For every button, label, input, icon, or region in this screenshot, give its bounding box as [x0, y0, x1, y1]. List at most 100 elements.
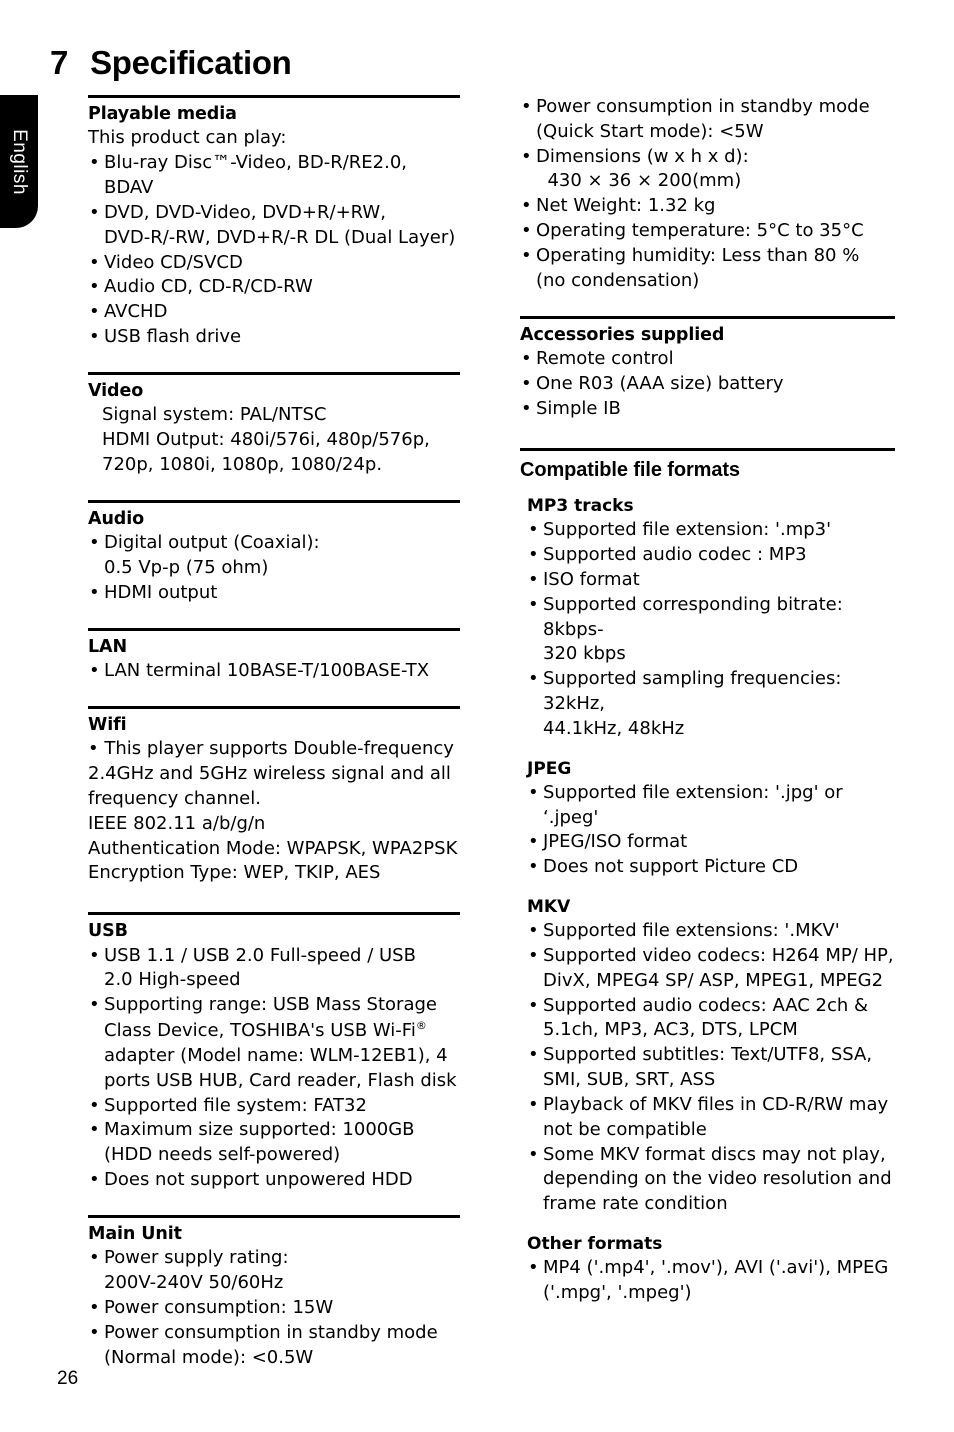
bullet-list: USB 1.1 / USB 2.0 Full-speed / USB 2.0 H…: [88, 944, 460, 1193]
list-item: Playback of MKV files in CD-R/RW may not…: [527, 1093, 895, 1143]
list-item: ISO format: [527, 568, 895, 593]
section-divider: [88, 1214, 460, 1218]
subsection-jpeg: JPEG Supported file extension: '.jpg' or…: [527, 758, 895, 880]
left-column: Playable media This product can play: Bl…: [88, 95, 460, 1370]
page-title: 7 Specification: [50, 44, 292, 82]
list-item: Supported audio codecs: AAC 2ch & 5.1ch,…: [527, 994, 895, 1044]
language-tab-label: English: [9, 128, 30, 195]
list-item: DVD, DVD-Video, DVD+R/+RW, DVD-R/-RW, DV…: [88, 201, 460, 251]
right-column: Power consumption in standby mode (Quick…: [520, 95, 895, 1306]
section-heading: Compatible file formats: [520, 458, 740, 481]
list-item: Maximum size supported: 1000GB (HDD need…: [88, 1118, 460, 1168]
chapter-title: Specification: [90, 44, 292, 81]
list-item: Operating temperature: 5°C to 35°C: [520, 219, 895, 244]
list-item: Net Weight: 1.32 kg: [520, 194, 895, 219]
section-wifi: Wifi • This player supports Double-frequ…: [88, 705, 460, 886]
list-item: Supporting range: USB Mass Storage Class…: [88, 993, 460, 1093]
compatible-formats-body: MP3 tracks Supported file extension: '.m…: [520, 486, 895, 1306]
section-divider: [88, 499, 460, 503]
section-heading: Audio: [88, 508, 145, 529]
list-item: LAN terminal 10BASE-T/100BASE-TX: [88, 659, 460, 684]
bullet-list: Remote control One R03 (AAA size) batter…: [520, 347, 895, 421]
list-item: Supported file extension: '.jpg' or ‘.jp…: [527, 781, 895, 831]
list-item: Digital output (Coaxial): 0.5 Vp-p (75 o…: [88, 531, 460, 581]
list-item: Supported audio codec : MP3: [527, 543, 895, 568]
section-heading: Main Unit: [88, 1223, 182, 1244]
section-divider: [88, 627, 460, 631]
list-item: Simple IB: [520, 397, 895, 422]
list-item: Does not support unpowered HDD: [88, 1168, 460, 1193]
list-item: Supported sampling frequencies: 32kHz, 4…: [527, 667, 895, 741]
subsection-heading: JPEG: [527, 758, 572, 779]
list-item: MP4 ('.mp4', '.mov'), AVI ('.avi'), MPEG…: [527, 1256, 895, 1306]
list-item: Supported video codecs: H264 MP/ HP, Div…: [527, 944, 895, 994]
section-heading: Playable media: [88, 104, 237, 124]
section-usb: USB USB 1.1 / USB 2.0 Full-speed / USB 2…: [88, 912, 460, 1193]
list-item: Some MKV format discs may not play, depe…: [527, 1143, 895, 1217]
section-divider: [88, 95, 460, 98]
bullet-list: • This player supports Double-frequency …: [88, 737, 460, 886]
section-heading: USB: [88, 921, 128, 942]
section-accessories-supplied: Accessories supplied Remote control One …: [520, 315, 895, 422]
list-item: USB 1.1 / USB 2.0 Full-speed / USB 2.0 H…: [88, 944, 460, 994]
section-heading: Video: [88, 380, 144, 401]
list-item: Supported subtitles: Text/UTF8, SSA, SMI…: [527, 1043, 895, 1093]
subsection-heading: Other formats: [527, 1234, 663, 1255]
section-heading: Wifi: [88, 714, 127, 735]
list-item: Supported file system: FAT32: [88, 1094, 460, 1119]
subsection-other-formats: Other formats MP4 ('.mp4', '.mov'), AVI …: [527, 1233, 895, 1306]
list-item: Dimensions (w x h x d): 430 × 36 × 200(m…: [520, 145, 895, 195]
list-item: Supported file extension: '.mp3': [527, 518, 895, 543]
section-heading: LAN: [88, 636, 128, 657]
list-item: Power consumption in standby mode (Quick…: [520, 95, 895, 145]
subsection-heading: MKV: [527, 897, 571, 918]
list-item: Video CD/SVCD: [88, 251, 460, 276]
list-item: Power supply rating: 200V-240V 50/60Hz: [88, 1246, 460, 1296]
section-divider: [88, 705, 460, 709]
section-main-unit-continued: Power consumption in standby mode (Quick…: [520, 95, 895, 294]
list-item: USB flash drive: [88, 325, 460, 350]
section-audio: Audio Digital output (Coaxial): 0.5 Vp-p…: [88, 499, 460, 606]
subsection-mkv: MKV Supported file extensions: '.MKV' Su…: [527, 896, 895, 1217]
section-divider: [88, 371, 460, 375]
list-item: Supported file extensions: '.MKV': [527, 919, 895, 944]
section-divider: [520, 447, 895, 451]
section-compatible-file-formats: Compatible file formats MP3 tracks Suppo…: [520, 447, 895, 1306]
list-item: Power consumption: 15W: [88, 1296, 460, 1321]
page-number: 26: [57, 1368, 79, 1389]
bullet-list: Supported file extensions: '.MKV' Suppor…: [527, 919, 895, 1217]
list-item: Blu-ray Disc™-Video, BD-R/RE2.0, BDAV: [88, 151, 460, 201]
list-item: JPEG/ISO format: [527, 830, 895, 855]
bullet-list: Digital output (Coaxial): 0.5 Vp-p (75 o…: [88, 531, 460, 605]
bullet-list: Supported file extension: '.mp3' Support…: [527, 518, 895, 741]
language-tab: English: [0, 95, 38, 228]
bullet-list: LAN terminal 10BASE-T/100BASE-TX: [88, 659, 460, 684]
subsection-mp3-tracks: MP3 tracks Supported file extension: '.m…: [527, 495, 895, 742]
list-item: One R03 (AAA size) battery: [520, 372, 895, 397]
bullet-list: Blu-ray Disc™-Video, BD-R/RE2.0, BDAV DV…: [88, 151, 460, 350]
section-playable-media: Playable media This product can play: Bl…: [88, 95, 460, 350]
bullet-list: MP4 ('.mp4', '.mov'), AVI ('.avi'), MPEG…: [527, 1256, 895, 1306]
bullet-list: Power supply rating: 200V-240V 50/60Hz P…: [88, 1246, 460, 1370]
list-item: Audio CD, CD-R/CD-RW: [88, 275, 460, 300]
list-item: HDMI output: [88, 581, 460, 606]
bullet-list: Power consumption in standby mode (Quick…: [520, 95, 895, 294]
section-text: Signal system: PAL/NTSC: [102, 404, 327, 426]
list-item: • This player supports Double-frequency …: [88, 738, 458, 884]
list-item: Power consumption in standby mode (Norma…: [88, 1321, 460, 1371]
section-heading: Accessories supplied: [520, 324, 725, 345]
list-item: Does not support Picture CD: [527, 855, 895, 880]
section-video: Video Signal system: PAL/NTSC HDMI Outpu…: [88, 371, 460, 478]
list-item: Operating humidity: Less than 80 % (no c…: [520, 244, 895, 294]
